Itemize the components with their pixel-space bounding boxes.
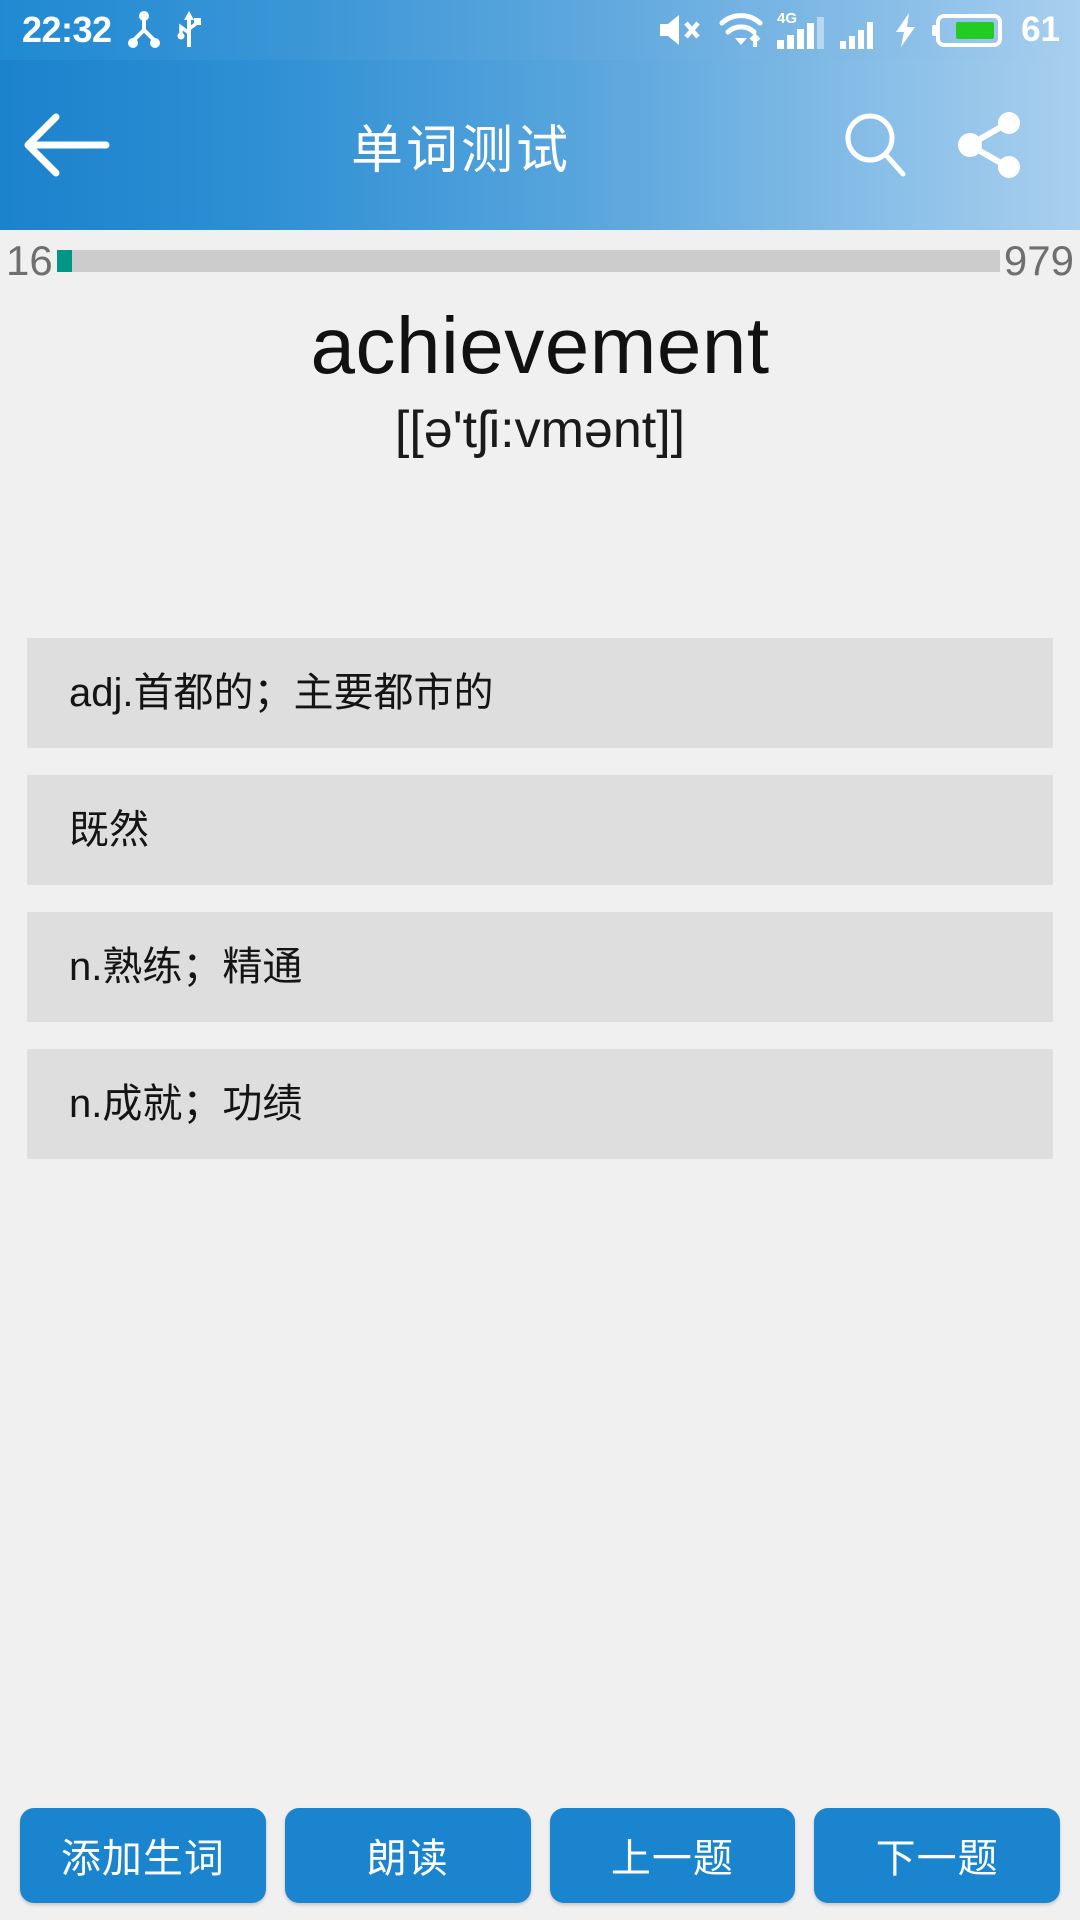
answer-option-label: adj.首都的；主要都市的 bbox=[69, 671, 494, 715]
status-bar-right: 4G 61 bbox=[657, 10, 1080, 50]
answer-options: adj.首都的；主要都市的 既然 n.熟练；精通 n.成就；功绩 bbox=[0, 638, 1080, 1186]
svg-text:4G: 4G bbox=[777, 10, 797, 27]
page-title: 单词测试 bbox=[350, 121, 571, 180]
next-question-button[interactable]: 下一题 bbox=[814, 1807, 1060, 1903]
share-button[interactable] bbox=[948, 102, 1034, 188]
search-button[interactable] bbox=[832, 102, 918, 188]
share-icon bbox=[955, 109, 1027, 181]
previous-question-button[interactable]: 上一题 bbox=[549, 1807, 796, 1903]
volume-mute-icon bbox=[657, 12, 705, 48]
answer-option-label: n.熟练；精通 bbox=[69, 945, 303, 989]
answer-option-label: n.成就；功绩 bbox=[69, 1082, 303, 1126]
signal-bars-icon bbox=[840, 10, 880, 50]
status-bar-left: 22:32 bbox=[0, 9, 202, 51]
wifi-icon bbox=[718, 11, 764, 49]
answer-option-3[interactable]: n.熟练；精通 bbox=[27, 912, 1053, 1022]
app-bar-actions bbox=[832, 102, 1080, 188]
status-bar: 22:32 4G 61 bbox=[0, 0, 1080, 60]
word-term: achievement bbox=[310, 301, 770, 390]
answer-option-2[interactable]: 既然 bbox=[27, 775, 1053, 885]
read-aloud-button[interactable]: 朗读 bbox=[284, 1807, 531, 1903]
battery-icon bbox=[932, 11, 1004, 49]
progress-current: 16 bbox=[6, 237, 53, 284]
progress-bar-fill bbox=[56, 250, 72, 272]
battery-percent: 61 bbox=[1021, 10, 1060, 49]
charging-bolt-icon bbox=[893, 11, 919, 49]
answer-option-label: 既然 bbox=[69, 808, 149, 852]
word-phonetic: [[ə'tʃi:vmənt]] bbox=[394, 401, 686, 459]
progress-bar[interactable] bbox=[56, 250, 1000, 272]
answer-option-4[interactable]: n.成就；功绩 bbox=[27, 1049, 1053, 1159]
progress-total: 979 bbox=[1003, 237, 1074, 284]
progress-row: 16 979 bbox=[0, 230, 1080, 292]
usb-icon bbox=[176, 9, 202, 51]
signal-4g-icon: 4G bbox=[777, 10, 827, 50]
bottom-action-bar: 添加生词 朗读 上一题 下一题 bbox=[0, 1790, 1080, 1920]
word-test-screen: 22:32 4G 61 单词测试 16 979 achievement [[ə'… bbox=[0, 0, 1080, 1920]
word-area: achievement [[ə'tʃi:vmənt]] bbox=[0, 300, 1080, 463]
add-new-word-button[interactable]: 添加生词 bbox=[20, 1807, 266, 1903]
answer-option-1[interactable]: adj.首都的；主要都市的 bbox=[27, 638, 1053, 748]
share-nodes-icon bbox=[127, 10, 160, 50]
search-icon bbox=[839, 109, 911, 181]
app-bar: 单词测试 bbox=[0, 60, 1080, 230]
status-clock: 22:32 bbox=[22, 9, 112, 50]
